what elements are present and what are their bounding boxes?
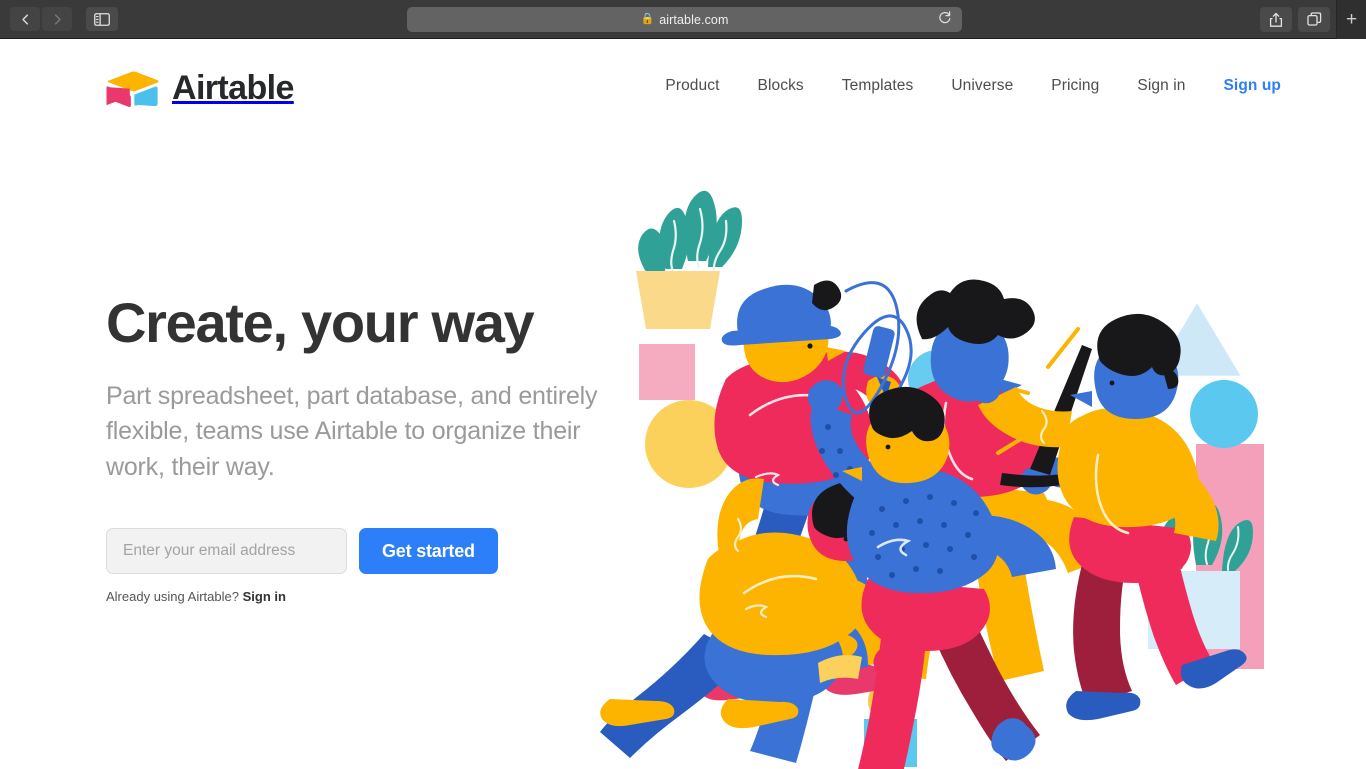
airtable-logo-icon [105, 67, 161, 110]
already-using-row: Already using Airtable? Sign in [106, 589, 626, 604]
get-started-button[interactable]: Get started [359, 528, 498, 575]
browser-toolbar: 🔒 airtable.com + [0, 0, 1366, 39]
chevron-left-icon [19, 13, 32, 26]
sidebar-toggle-icon [94, 12, 110, 26]
page-content: Airtable Product Blocks Templates Univer… [0, 39, 1366, 769]
tab-overview-icon [1306, 12, 1322, 27]
address-bar-content: 🔒 airtable.com [641, 13, 729, 27]
url-text: airtable.com [659, 12, 729, 27]
tab-overview-button[interactable] [1298, 7, 1330, 32]
airtable-logo-link[interactable]: Airtable [105, 67, 294, 110]
site-header: Airtable Product Blocks Templates Univer… [0, 39, 1366, 149]
people-collaborating-illustration [596, 179, 1296, 769]
address-bar[interactable]: 🔒 airtable.com [407, 7, 962, 32]
nav-item-universe[interactable]: Universe [932, 77, 1032, 95]
nav-item-pricing[interactable]: Pricing [1032, 77, 1118, 95]
shape-blue-circle [1190, 380, 1258, 448]
lock-icon: 🔒 [640, 13, 655, 25]
reload-icon [938, 10, 952, 29]
new-tab-button[interactable]: + [1336, 0, 1366, 39]
toolbar-right-group: + [1260, 0, 1366, 39]
forward-button[interactable] [42, 7, 72, 31]
plus-icon: + [1345, 9, 1358, 30]
hero-subtitle: Part spreadsheet, part database, and ent… [106, 381, 598, 481]
already-using-label: Already using Airtable? [106, 589, 239, 605]
nav-item-blocks[interactable]: Blocks [739, 77, 823, 95]
signup-form: Get started [106, 528, 626, 575]
navigation-button-group [10, 7, 72, 31]
nav-item-product[interactable]: Product [646, 77, 738, 95]
nav-item-sign-in[interactable]: Sign in [1118, 77, 1204, 95]
main-navigation: Product Blocks Templates Universe Pricin… [646, 77, 1281, 95]
nav-item-sign-up[interactable]: Sign up [1204, 77, 1281, 95]
shape-pink-square [639, 344, 695, 400]
email-input[interactable] [106, 528, 347, 575]
share-button[interactable] [1260, 7, 1292, 32]
reload-button[interactable] [937, 10, 953, 29]
nav-item-templates[interactable]: Templates [823, 77, 933, 95]
back-button[interactable] [10, 7, 40, 31]
plant-top-left [636, 190, 742, 329]
page-title: Create, your way [106, 291, 535, 354]
sign-in-link[interactable]: Sign in [243, 589, 286, 605]
sidebar-toggle-button[interactable] [86, 7, 118, 31]
share-icon [1269, 12, 1283, 28]
logo-wordmark: Airtable [172, 69, 294, 107]
chevron-right-icon [51, 13, 64, 26]
hero-section: Create, your way Part spreadsheet, part … [106, 291, 626, 604]
